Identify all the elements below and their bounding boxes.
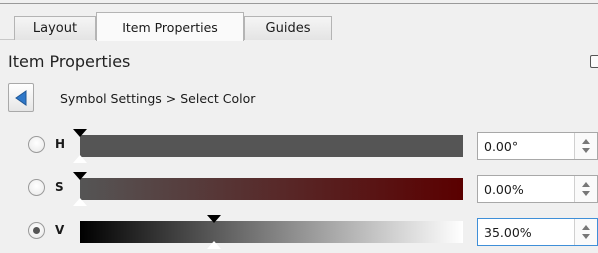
saturation-label: S (55, 180, 64, 194)
hue-label: H (55, 137, 66, 151)
tab-bar: Layout Item Properties Guides (0, 0, 598, 41)
back-arrow-icon (15, 90, 27, 106)
spin-down-icon[interactable] (582, 234, 590, 239)
saturation-spinbox[interactable]: 0.00% (477, 175, 598, 203)
hue-spinbox[interactable]: 0.00° (477, 132, 598, 160)
saturation-spin-arrows[interactable] (574, 176, 597, 202)
spin-up-icon[interactable] (582, 182, 590, 187)
value-value: 35.00% (484, 225, 532, 240)
hue-spin-arrows[interactable] (574, 133, 597, 159)
value-slider[interactable] (80, 215, 463, 249)
saturation-slider-handle-bottom (73, 198, 87, 206)
value-slider-handle-top (207, 215, 221, 223)
hue-slider-handle-bottom (73, 155, 87, 163)
hue-value: 0.00° (484, 139, 519, 154)
value-slider-handle-bottom (207, 241, 221, 249)
value-row: V 35.00% (0, 213, 598, 253)
float-panel-icon[interactable] (590, 55, 598, 68)
window-edge (0, 3, 598, 4)
spin-down-icon[interactable] (582, 191, 590, 196)
radio-selected-dot (33, 227, 40, 234)
panel-title: Item Properties (8, 52, 131, 71)
saturation-slider-handle-top (73, 172, 87, 180)
breadcrumb: Symbol Settings > Select Color (60, 91, 256, 106)
tab-guides[interactable]: Guides (244, 16, 332, 40)
hue-slider[interactable] (73, 129, 463, 163)
spin-down-icon[interactable] (582, 148, 590, 153)
tab-item-properties[interactable]: Item Properties (96, 12, 244, 41)
saturation-slider[interactable] (73, 172, 463, 206)
saturation-value: 0.00% (484, 182, 524, 197)
hue-slider-handle-top (73, 129, 87, 137)
tab-layout[interactable]: Layout (14, 16, 96, 40)
back-button[interactable] (8, 83, 34, 112)
value-radio[interactable] (28, 222, 45, 239)
saturation-row: S 0.00% (0, 170, 598, 210)
tab-bar-filler (332, 16, 598, 40)
value-spinbox[interactable]: 35.00% (477, 218, 598, 246)
value-label: V (55, 223, 65, 237)
spin-up-icon[interactable] (582, 225, 590, 230)
spin-up-icon[interactable] (582, 139, 590, 144)
saturation-radio[interactable] (28, 179, 45, 196)
value-spin-arrows[interactable] (574, 219, 597, 245)
hue-row: H 0.00° (0, 127, 598, 167)
hue-radio[interactable] (28, 136, 45, 153)
